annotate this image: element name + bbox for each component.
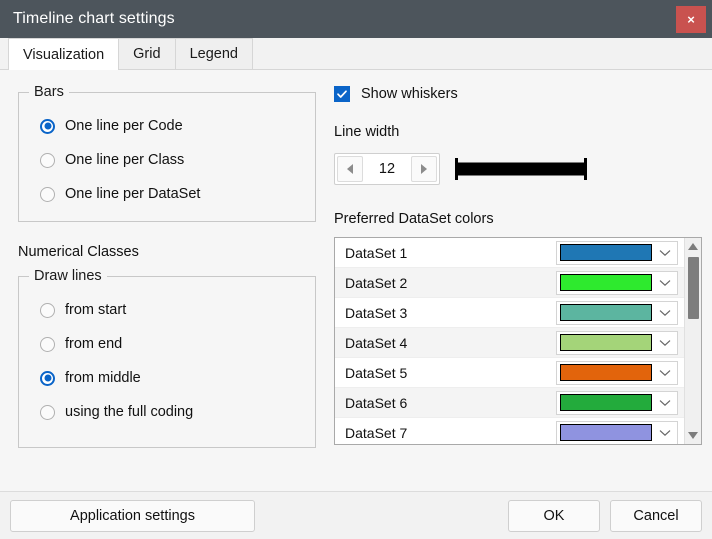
radio-from-middle-label: from middle (65, 370, 141, 386)
radio-indicator (40, 302, 55, 318)
radio-indicator (40, 336, 55, 352)
tab-visualization-label: Visualization (23, 46, 105, 63)
color-dropdown[interactable] (556, 270, 678, 295)
dataset-name: DataSet 3 (345, 304, 408, 321)
radio-from-start-label: from start (65, 302, 127, 318)
chevron-down-icon (652, 429, 677, 437)
radio-from-end[interactable]: from end (29, 327, 305, 361)
chevron-down-icon (652, 339, 677, 347)
chevron-down-icon (652, 399, 677, 407)
list-item[interactable]: DataSet 6 (335, 388, 684, 418)
list-item[interactable]: DataSet 7 (335, 418, 684, 444)
color-dropdown[interactable] (556, 240, 678, 265)
radio-indicator (40, 370, 55, 386)
line-width-value: 12 (378, 161, 396, 177)
color-swatch (560, 334, 652, 351)
ok-button[interactable]: OK (508, 499, 600, 532)
radio-indicator (40, 186, 55, 202)
triangle-right-icon[interactable] (411, 156, 437, 182)
tab-strip: Visualization Grid Legend (0, 38, 712, 70)
tab-legend-label: Legend (189, 46, 238, 62)
list-item[interactable]: DataSet 5 (335, 358, 684, 388)
radio-using-the-full-coding-label: using the full coding (65, 404, 194, 420)
line-width-row: 12 (334, 153, 712, 185)
chevron-down-icon (652, 249, 677, 257)
radio-from-end-label: from end (65, 336, 123, 352)
radio-indicator (40, 404, 55, 420)
radio-using-the-full-coding[interactable]: using the full coding (29, 395, 305, 429)
show-whiskers-checkbox[interactable]: Show whiskers (334, 86, 712, 102)
application-settings-button[interactable]: Application settings (10, 499, 255, 532)
preferred-dataset-colors-label: Preferred DataSet colors (334, 211, 494, 227)
list-item[interactable]: DataSet 2 (335, 268, 684, 298)
dataset-name: DataSet 4 (345, 334, 408, 351)
color-swatch (560, 274, 652, 291)
radio-indicator (40, 118, 55, 134)
color-dropdown[interactable] (556, 390, 678, 415)
tab-grid[interactable]: Grid (118, 38, 176, 69)
bars-group: Bars One line per Code One line per Clas… (18, 84, 316, 222)
list-item[interactable]: DataSet 1 (335, 238, 684, 268)
right-column: Show whiskers Line width 12 Preferred Da… (330, 70, 712, 491)
show-whiskers-label: Show whiskers (361, 86, 458, 102)
dataset-colors-list-body: DataSet 1 DataSet 2 DataSet 3 DataSet 4 … (335, 238, 684, 444)
radio-one-line-per-dataset[interactable]: One line per DataSet (29, 177, 305, 211)
line-width-label: Line width (334, 124, 400, 140)
footer-right-buttons: OK Cancel (508, 499, 702, 532)
timeline-chart-settings-dialog: Timeline chart settings × Visualization … (0, 0, 712, 539)
radio-from-start[interactable]: from start (29, 293, 305, 327)
scroll-down-icon[interactable] (685, 427, 702, 444)
radio-one-line-per-code-label: One line per Code (65, 118, 183, 134)
radio-one-line-per-dataset-label: One line per DataSet (65, 186, 201, 202)
cancel-button[interactable]: Cancel (610, 499, 702, 532)
window-title: Timeline chart settings (13, 10, 175, 27)
tab-legend[interactable]: Legend (174, 38, 253, 69)
tab-panel-visualization: Bars One line per Code One line per Clas… (0, 70, 712, 491)
draw-lines-group: Draw lines from start from end from midd… (18, 268, 316, 448)
title-bar: Timeline chart settings × (0, 0, 712, 38)
left-column: Bars One line per Code One line per Clas… (0, 70, 330, 491)
numerical-classes-label: Numerical Classes (18, 244, 139, 260)
scrollbar-track[interactable] (685, 255, 702, 427)
radio-from-middle[interactable]: from middle (29, 361, 305, 395)
list-item[interactable]: DataSet 3 (335, 298, 684, 328)
color-dropdown[interactable] (556, 360, 678, 385)
draw-lines-group-title: Draw lines (29, 268, 107, 284)
color-swatch (560, 304, 652, 321)
chevron-down-icon (652, 279, 677, 287)
radio-one-line-per-class-label: One line per Class (65, 152, 185, 168)
dialog-footer: Application settings OK Cancel (0, 491, 712, 539)
scroll-up-icon[interactable] (685, 238, 702, 255)
radio-one-line-per-code[interactable]: One line per Code (29, 109, 305, 143)
radio-indicator (40, 152, 55, 168)
tab-grid-label: Grid (133, 46, 161, 62)
close-icon[interactable]: × (676, 5, 706, 33)
color-dropdown[interactable] (556, 420, 678, 444)
dataset-name: DataSet 1 (345, 244, 408, 261)
dataset-name: DataSet 7 (345, 424, 408, 441)
chevron-down-icon (652, 309, 677, 317)
bars-group-title: Bars (29, 84, 69, 100)
dataset-name: DataSet 5 (345, 364, 408, 381)
color-swatch (560, 244, 652, 261)
radio-one-line-per-class[interactable]: One line per Class (29, 143, 305, 177)
color-swatch (560, 424, 652, 441)
list-item[interactable]: DataSet 4 (335, 328, 684, 358)
dataset-colors-list: DataSet 1 DataSet 2 DataSet 3 DataSet 4 … (334, 237, 702, 445)
color-dropdown[interactable] (556, 300, 678, 325)
color-swatch (560, 364, 652, 381)
chevron-down-icon (652, 369, 677, 377)
line-width-preview (455, 156, 587, 182)
list-scrollbar[interactable] (684, 238, 701, 444)
triangle-left-icon[interactable] (337, 156, 363, 182)
color-dropdown[interactable] (556, 330, 678, 355)
dataset-name: DataSet 2 (345, 274, 408, 291)
dataset-name: DataSet 6 (345, 394, 408, 411)
scrollbar-thumb[interactable] (687, 257, 699, 319)
line-width-stepper[interactable]: 12 (334, 153, 440, 185)
checkmark-icon (334, 86, 350, 102)
tab-visualization[interactable]: Visualization (8, 38, 120, 70)
color-swatch (560, 394, 652, 411)
